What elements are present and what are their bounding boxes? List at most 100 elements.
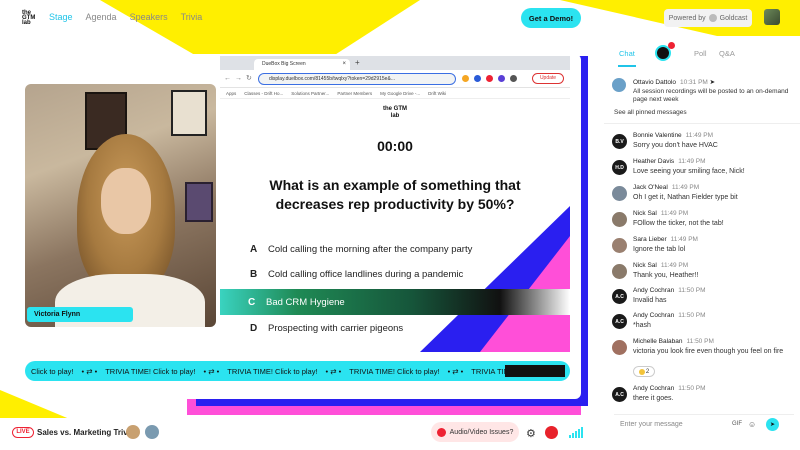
message-author: Andy Cochran (633, 385, 675, 392)
speaker-avatar[interactable] (126, 425, 140, 439)
extension-icon[interactable] (510, 75, 517, 82)
message-time: 11:50 PM (678, 312, 706, 319)
ticker-item: TRIVIA TIME! Click to play! (227, 366, 318, 376)
message-author: Nick Sal (633, 262, 657, 269)
browser-tab[interactable]: DueBox Big Screen × (254, 59, 350, 70)
url-field[interactable]: display.duelbox.com/81455b/twqlxy?token=… (258, 73, 456, 85)
nav-item-speakers[interactable]: Speakers (130, 12, 168, 22)
nav-item-trivia[interactable]: Trivia (181, 12, 203, 22)
browser-update-button[interactable]: Update (532, 73, 564, 84)
speaker-avatar[interactable] (145, 425, 159, 439)
session-title: Sales vs. Marketing Trivia (37, 428, 135, 437)
emoji-reaction[interactable]: 2 (633, 366, 655, 377)
answer-letter: D (250, 322, 258, 334)
see-pinned-link[interactable]: See all pinned messages (614, 109, 687, 116)
browser-nav-icons[interactable]: ←→↻ (224, 74, 256, 82)
new-tab-icon[interactable]: + (355, 58, 360, 67)
tab-qa[interactable]: Q&A (719, 49, 735, 58)
trivia-logo: the GTM lab (383, 106, 407, 119)
message-text: Ignore the tab lol (633, 246, 686, 253)
message-text: Thank you, Heather!! (633, 272, 699, 279)
divider (604, 123, 800, 124)
answer-text: Bad CRM Hygiene (266, 296, 345, 308)
send-icon[interactable]: ➤ (766, 418, 779, 431)
presenter-face (101, 168, 151, 234)
extension-icon[interactable] (486, 75, 493, 82)
browser-address-bar: ←→↻ display.duelbox.com/81455b/twqlxy?to… (220, 70, 570, 88)
gif-button[interactable]: GIF (732, 421, 742, 427)
user-avatar[interactable] (764, 9, 780, 25)
bookmarks-bar: Apps Classes - Drift Ho... Solutions Par… (220, 88, 570, 99)
avatar: A.C (612, 387, 627, 402)
tab-poll[interactable]: Poll (694, 49, 707, 58)
extension-icon[interactable] (474, 75, 481, 82)
message-time: 11:49 PM (670, 236, 698, 243)
nav-item-stage[interactable]: Stage (49, 12, 73, 22)
message-text: Sorry you don't have HVAC (633, 142, 718, 149)
ticker-separator: • ⇄ • (447, 366, 464, 376)
avatar (612, 78, 626, 92)
bookmark-item[interactable]: Partner Members (337, 91, 372, 96)
answer-text: Cold calling the morning after the compa… (268, 243, 473, 255)
message-text: Invalid has (633, 297, 667, 304)
message-author: Bonnie Valentine (633, 132, 682, 139)
emoji-picker-icon[interactable]: ☺ (748, 420, 756, 429)
extension-icon[interactable] (498, 75, 505, 82)
active-tab-indicator (618, 65, 636, 67)
avatar: A.C (612, 289, 627, 304)
pinned-author: Ottavio Dattolo (633, 79, 676, 86)
message-text: FOllow the ticker, not the tab! (633, 220, 724, 227)
avatar (612, 238, 627, 253)
chat-tabs: Chat Poll Q&A (604, 36, 800, 70)
alert-icon (436, 427, 446, 437)
trivia-ticker[interactable]: Click to play! • ⇄ • TRIVIA TIME! Click … (25, 361, 570, 381)
answer-option-b[interactable]: B Cold calling office landlines during a… (250, 265, 463, 283)
message-time: 11:49 PM (660, 262, 689, 269)
answer-option-c[interactable]: C Bad CRM Hygiene (220, 289, 570, 315)
gtm-lab-logo[interactable]: the GTM lab (22, 10, 40, 26)
goldcast-brand-label: Goldcast (719, 14, 748, 22)
nav-item-agenda[interactable]: Agenda (86, 12, 117, 22)
record-icon[interactable] (545, 426, 558, 439)
presenter-video[interactable] (25, 84, 216, 327)
get-demo-button[interactable]: Get a Demo! (521, 8, 581, 28)
emoji-icon (638, 368, 645, 375)
powered-by-badge[interactable]: Powered by Goldcast (664, 9, 752, 27)
answer-letter: A (250, 243, 258, 255)
settings-gear-icon[interactable]: ⚙ (526, 427, 536, 440)
audio-level-icon (569, 427, 583, 438)
notification-badge (668, 42, 675, 49)
pin-icon: ➤ (709, 79, 716, 86)
tab-chat[interactable]: Chat (619, 49, 635, 58)
powered-by-label: Powered by (668, 14, 706, 22)
message-author: Jack O'Neal (633, 184, 668, 191)
screen-share[interactable]: DueBox Big Screen × + ←→↻ display.duelbo… (220, 56, 570, 352)
bookmark-item[interactable]: Classes - Drift Ho... (244, 91, 283, 96)
ticker-separator: • ⇄ • (81, 366, 98, 376)
bookmark-item[interactable]: My Google Drive -... (380, 91, 420, 96)
bookmark-item[interactable]: Drift Wiki (428, 91, 446, 96)
answer-text: Cold calling office landlines during a p… (268, 268, 464, 280)
close-tab-icon[interactable]: × (342, 59, 346, 70)
answer-option-a[interactable]: A Cold calling the morning after the com… (250, 240, 472, 258)
chat-input[interactable]: Enter your message GIF ☺ ➤ (614, 414, 794, 434)
answer-letter: B (250, 268, 258, 280)
ticker-item: TRIVIA TIME! Click to play! (105, 366, 196, 376)
av-issues-button[interactable]: Audio/Video Issues? (431, 422, 519, 442)
ticker-item: Click to play! (31, 366, 74, 376)
presenter-name-tag: Victoria Flynn (27, 307, 133, 322)
pinned-time: 10:31 PM (680, 79, 708, 86)
avatar: A.C (612, 314, 627, 329)
bookmark-item[interactable]: Apps (226, 91, 236, 96)
answer-option-d[interactable]: D Prospecting with carrier pigeons (250, 319, 403, 337)
answer-text: Prospecting with carrier pigeons (268, 322, 404, 334)
avatar: H.D (612, 160, 627, 175)
avatar (612, 186, 627, 201)
extension-icon[interactable] (462, 75, 469, 82)
bookmark-item[interactable]: Solutions Partner... (291, 91, 329, 96)
ticker-redacted-block (505, 365, 565, 377)
answer-letter: C (248, 296, 256, 308)
message-author: Andy Cochran (633, 287, 675, 294)
message-text: there it goes. (633, 395, 674, 402)
message-time: 11:50 PM (678, 385, 706, 392)
